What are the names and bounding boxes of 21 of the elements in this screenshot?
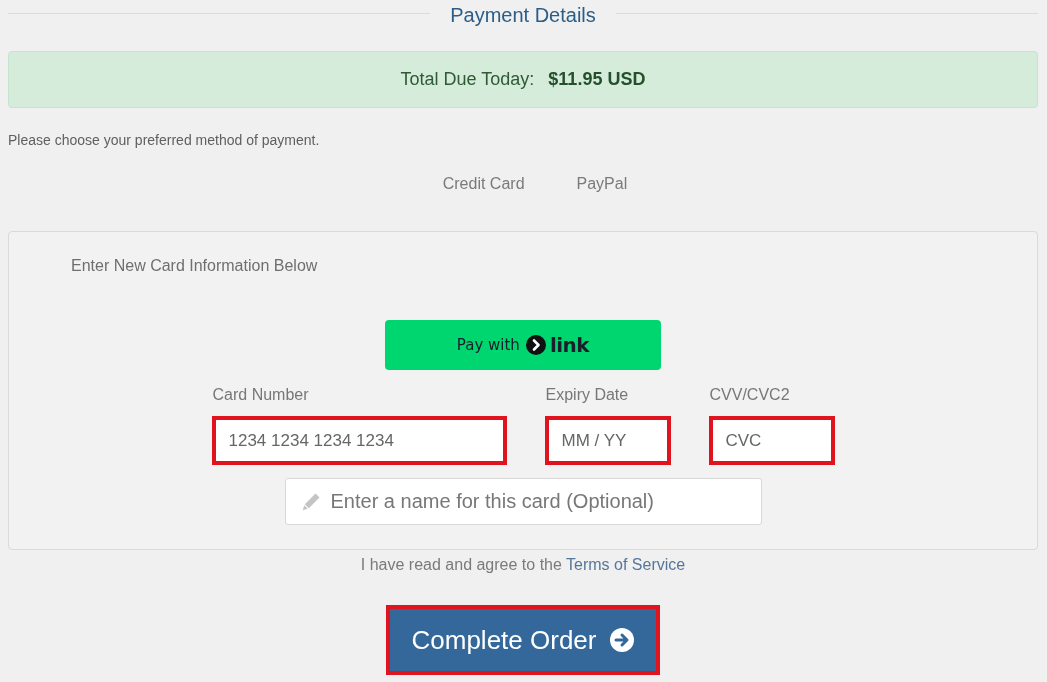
card-input-field[interactable]: 1234 1234 1234 1234 (211, 416, 507, 465)
total-due-amount: $11.95 USD (548, 69, 646, 90)
section-title: Payment Details (450, 3, 596, 28)
instruction-text: Please choose your preferred method of payment. (8, 131, 320, 150)
total-due-label: Total Due Today: (400, 69, 535, 90)
pay-with-link-button[interactable]: Pay with link (385, 320, 661, 370)
field-label: Expiry Date (545, 385, 629, 405)
pencil-icon (301, 492, 321, 511)
card-form-heading: Enter New Card Information Below (71, 256, 318, 276)
terms-text: I have read and agree to the Terms of Service (360, 555, 686, 575)
arrow-circle-icon (610, 628, 635, 652)
payment-method-tab[interactable]: Credit Card (442, 174, 525, 194)
field-label: CVV/CVC2 (709, 385, 790, 405)
card-input-field[interactable]: CVC (708, 416, 835, 465)
chevron-circle-icon (525, 335, 546, 355)
complete-order-button[interactable]: Complete Order (386, 605, 660, 675)
terms-link[interactable]: Terms of Service (566, 556, 686, 573)
payment-method-tab[interactable]: PayPal (576, 174, 628, 194)
card-input-field[interactable]: MM / YY (544, 416, 671, 465)
field-label: Card Number (212, 385, 309, 405)
card-name-field[interactable]: Enter a name for this card (Optional) (284, 478, 762, 525)
